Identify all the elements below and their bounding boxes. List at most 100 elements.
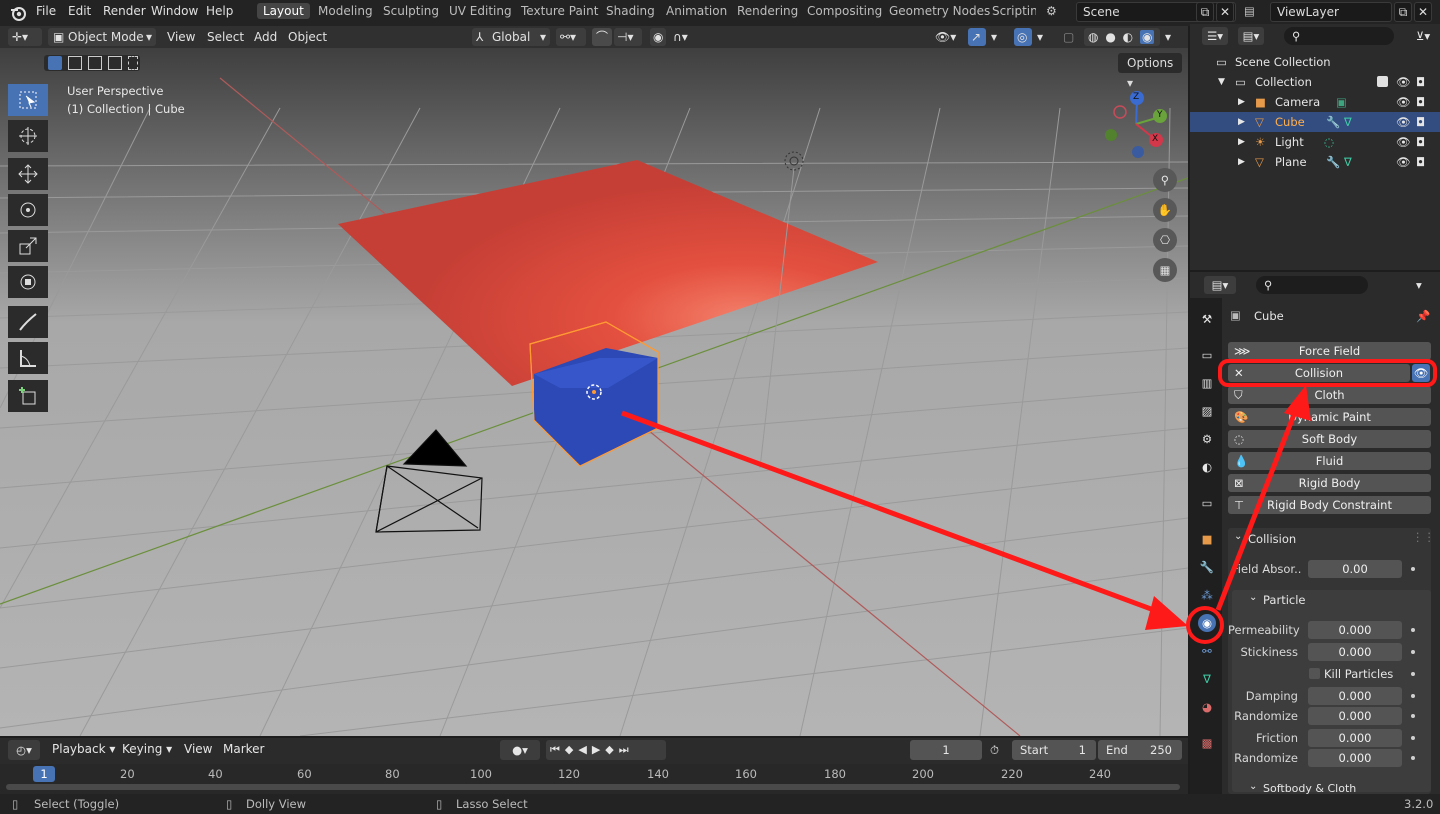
soft-body-button[interactable]: ◌ Soft Body xyxy=(1228,430,1431,448)
render-camera-icon[interactable]: ◘ xyxy=(1416,152,1425,172)
editor-type-icon[interactable]: ✛▾ xyxy=(8,28,42,46)
new-viewlayer-icon[interactable]: ⧉ xyxy=(1394,2,1412,22)
world-tab-icon[interactable]: ◐ xyxy=(1198,458,1216,476)
playback-controls[interactable]: ⏮◆◀▶◆⏭ xyxy=(546,740,666,760)
keying-menu[interactable]: Keying ▾ xyxy=(122,742,172,756)
collection-tab-icon[interactable]: ▭ xyxy=(1198,494,1216,512)
expand-icon[interactable]: ▶ xyxy=(1238,112,1245,132)
properties-search-input[interactable]: ⚲ xyxy=(1256,276,1368,294)
collapse-icon[interactable]: ▼ xyxy=(1218,72,1225,92)
keyframe-dot[interactable] xyxy=(1411,567,1415,571)
cursor-tool-icon[interactable] xyxy=(8,120,48,152)
display-mode-icon[interactable]: ▤▾ xyxy=(1238,27,1264,45)
tab-layout[interactable]: Layout xyxy=(257,3,310,19)
outliner-item-cube[interactable]: ▶ ▽ Cube 🔧 ∇ 👁 ◘ xyxy=(1190,112,1440,132)
render-tab-icon[interactable]: ▭ xyxy=(1198,346,1216,364)
overlays-toggle-icon[interactable]: ◎ xyxy=(1014,28,1032,46)
kill-particles-checkbox[interactable] xyxy=(1309,668,1320,679)
stickiness-field[interactable]: 0.000 xyxy=(1308,643,1402,661)
timeline-editor-type-icon[interactable]: ◴▾ xyxy=(8,740,40,760)
visibility-icon[interactable]: 👁▾ xyxy=(932,28,962,46)
modifiers-tab-icon[interactable]: 🔧 xyxy=(1198,558,1216,576)
stopwatch-icon[interactable]: ⏱ xyxy=(990,740,1008,760)
outliner-editor-type-icon[interactable]: ☰▾ xyxy=(1202,27,1228,45)
falloff-icon[interactable]: ∩▾ xyxy=(670,28,696,46)
outliner-item-plane[interactable]: ▶ ▽ Plane 🔧 ∇ 👁 ◘ xyxy=(1190,152,1440,172)
wireframe-shading-icon[interactable]: ◍ xyxy=(1088,30,1098,44)
physics-tab-icon[interactable]: ◉ xyxy=(1198,614,1216,632)
tab-uv-editing[interactable]: UV Editing xyxy=(449,4,512,18)
particles-tab-icon[interactable]: ⁂ xyxy=(1198,586,1216,604)
permeability-field[interactable]: 0.000 xyxy=(1308,621,1402,639)
damping-randomize-field[interactable]: 0.000 xyxy=(1308,707,1402,725)
annotate-tool-icon[interactable] xyxy=(8,306,48,338)
tab-animation[interactable]: Animation xyxy=(666,4,727,18)
gizmo-dropdown-icon[interactable]: ▾ xyxy=(988,28,1006,46)
menu-object[interactable]: Object xyxy=(288,28,327,46)
keyframe-dot[interactable] xyxy=(1411,756,1415,760)
tab-rendering[interactable]: Rendering xyxy=(737,4,798,18)
eye-icon[interactable]: 👁 xyxy=(1396,92,1411,112)
rigid-body-button[interactable]: ⊠ Rigid Body xyxy=(1228,474,1431,492)
render-camera-icon[interactable]: ◘ xyxy=(1416,132,1425,152)
collision-panel-title[interactable]: Collision xyxy=(1248,532,1296,546)
collision-button[interactable]: ✕ Collision xyxy=(1228,364,1410,382)
friction-randomize-field[interactable]: 0.000 xyxy=(1308,749,1402,767)
outliner-item-camera[interactable]: ▶ ■ Camera ▣ 👁 ◘ xyxy=(1190,92,1440,112)
data-tab-icon[interactable]: ∇ xyxy=(1198,670,1216,688)
outliner-collection[interactable]: ▼ ▭ Collection 👁 ◘ xyxy=(1190,72,1440,92)
timeline-view-menu[interactable]: View xyxy=(184,742,212,756)
texture-tab-icon[interactable]: ▩ xyxy=(1198,734,1216,752)
xray-icon[interactable]: ▢ xyxy=(1060,28,1078,46)
options-dropdown[interactable]: Options ▾ xyxy=(1118,53,1182,90)
select-subtract-icon[interactable] xyxy=(88,56,102,70)
properties-editor-type-icon[interactable]: ▤▾ xyxy=(1204,276,1236,294)
expand-icon[interactable]: ▶ xyxy=(1238,152,1245,172)
pan-hand-icon[interactable]: ✋ xyxy=(1153,198,1177,222)
tab-texture-paint[interactable]: Texture Paint xyxy=(521,4,598,18)
rendered-shading-icon[interactable]: ◉ xyxy=(1139,30,1155,44)
menu-render[interactable]: Render xyxy=(103,4,146,18)
eye-icon[interactable]: 👁 xyxy=(1396,152,1411,172)
tab-geometry-nodes[interactable]: Geometry Nodes xyxy=(889,4,990,18)
playback-menu[interactable]: Playback ▾ xyxy=(52,742,115,756)
gizmo-toggle-icon[interactable]: ↗ xyxy=(968,28,986,46)
pin-icon[interactable]: 📌 xyxy=(1416,309,1430,323)
collision-visibility-eye-icon[interactable]: 👁 xyxy=(1412,364,1430,382)
keyframe-dot[interactable] xyxy=(1411,672,1415,676)
select-box-tool-icon[interactable] xyxy=(8,84,48,116)
add-cube-tool-icon[interactable] xyxy=(8,380,48,412)
keyframe-dot[interactable] xyxy=(1411,650,1415,654)
filter-icon[interactable]: ⊻▾ xyxy=(1416,27,1436,45)
menu-select[interactable]: Select xyxy=(207,28,244,46)
keyframe-dot[interactable] xyxy=(1411,736,1415,740)
tab-shading[interactable]: Shading xyxy=(606,4,655,18)
outliner-item-light[interactable]: ▶ ☀ Light ◌ 👁 ◘ xyxy=(1190,132,1440,152)
force-field-button[interactable]: ⋙ Force Field xyxy=(1228,342,1431,360)
shading-dropdown-icon[interactable]: ▾ xyxy=(1162,28,1178,46)
select-invert-icon[interactable] xyxy=(108,56,122,70)
softbody-collapse-icon[interactable]: ⌄ xyxy=(1249,781,1257,792)
snap-target-icon[interactable]: ⊣▾ xyxy=(614,28,642,46)
delete-scene-icon[interactable]: ✕ xyxy=(1216,2,1234,22)
tab-compositing[interactable]: Compositing xyxy=(807,4,882,18)
menu-help[interactable]: Help xyxy=(206,4,233,18)
overlays-dropdown-icon[interactable]: ▾ xyxy=(1034,28,1052,46)
viewlayer-name-field[interactable]: ViewLayer xyxy=(1270,2,1392,22)
delete-viewlayer-icon[interactable]: ✕ xyxy=(1414,2,1432,22)
tab-modeling[interactable]: Modeling xyxy=(318,4,373,18)
menu-edit[interactable]: Edit xyxy=(68,4,91,18)
eye-icon[interactable]: 👁 xyxy=(1396,112,1411,132)
orientation-dropdown[interactable]: Global ▾ ⅄ xyxy=(472,28,550,46)
blender-logo-icon[interactable] xyxy=(9,4,27,22)
measure-tool-icon[interactable] xyxy=(8,342,48,374)
snap-icon[interactable]: ⌒ xyxy=(592,28,612,46)
particle-collapse-icon[interactable]: ⌄ xyxy=(1249,592,1257,603)
menu-file[interactable]: File xyxy=(36,4,56,18)
marker-menu[interactable]: Marker xyxy=(223,742,264,756)
transform-tool-icon[interactable] xyxy=(8,266,48,298)
remove-collision-icon[interactable]: ✕ xyxy=(1234,364,1244,382)
render-camera-icon[interactable]: ◘ xyxy=(1416,92,1425,112)
frame-ruler[interactable]: 1 20 40 60 80 100 120 140 160 180 200 22… xyxy=(0,764,1188,794)
tool-tab-icon[interactable]: ⚒ xyxy=(1198,310,1216,328)
